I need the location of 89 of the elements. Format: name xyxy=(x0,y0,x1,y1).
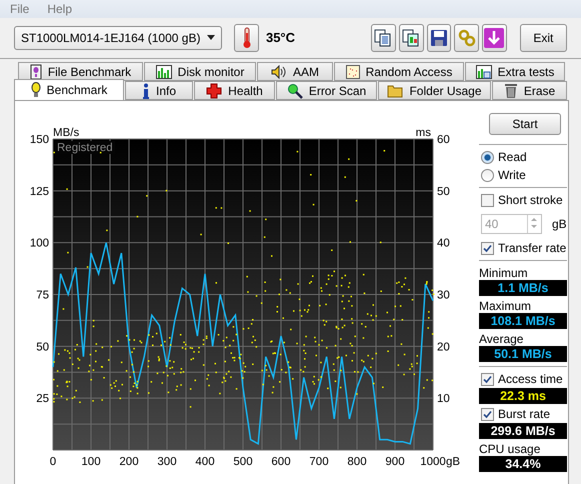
tick-label: 1000 xyxy=(420,456,446,468)
menu-item[interactable]: File xyxy=(10,2,30,16)
document-icon xyxy=(30,64,42,80)
save-button[interactable] xyxy=(426,24,452,52)
tick-label: 50 xyxy=(437,186,450,198)
dropdown-caret-icon xyxy=(207,35,216,40)
tick-label: 150 xyxy=(30,134,49,146)
tick-label: 0 xyxy=(50,456,56,468)
tick-label: 125 xyxy=(30,186,49,198)
info-icon xyxy=(142,82,150,98)
tick-label: 10 xyxy=(437,393,450,406)
checkbox-label: Short stroke xyxy=(498,193,563,207)
checkbox[interactable] xyxy=(481,194,494,206)
tab[interactable]: Random Access xyxy=(334,62,464,81)
tab[interactable]: Error Scan xyxy=(276,81,377,100)
tick-label: 50 xyxy=(36,341,49,354)
download-button[interactable] xyxy=(482,24,507,52)
tab[interactable]: Benchmark xyxy=(14,79,124,100)
checkbox[interactable] xyxy=(481,408,494,420)
table-chart-icon xyxy=(476,64,492,78)
temperature-value: 35°C xyxy=(266,30,296,46)
tick-label: 300 xyxy=(157,456,177,468)
tick-label: 200 xyxy=(119,456,139,468)
tab[interactable]: Erase xyxy=(492,81,567,100)
tick-label: 25 xyxy=(36,393,49,406)
lightbulb-icon xyxy=(30,82,41,98)
tab[interactable]: Health xyxy=(194,81,275,100)
stat-value: 1.1 MB/s xyxy=(479,280,567,296)
start-button[interactable]: Start xyxy=(489,113,561,135)
stat-value: 34.4% xyxy=(479,456,567,472)
scatter-plot-icon xyxy=(346,64,360,78)
stat-label: CPU usage xyxy=(479,442,542,456)
tick-label: 700 xyxy=(309,456,329,468)
axis-label: ms xyxy=(416,127,431,139)
stat-label: Minimum xyxy=(479,266,529,280)
tick-label: 100 xyxy=(30,238,49,250)
tab[interactable]: Extra tests xyxy=(465,62,565,81)
download-icon xyxy=(484,28,504,48)
tick-label: 30 xyxy=(437,290,450,302)
checkbox[interactable] xyxy=(481,242,494,254)
tab[interactable]: File Benchmark xyxy=(18,62,143,81)
magnifier-icon xyxy=(286,82,303,98)
folder-icon xyxy=(387,84,404,98)
menu-item[interactable]: Help xyxy=(47,2,72,16)
bar-chart-icon xyxy=(156,64,172,78)
drive-select[interactable]: ST1000LM014-1EJ164 (1000 gB) xyxy=(14,26,222,50)
save-icon xyxy=(430,28,448,47)
copy-button[interactable] xyxy=(371,24,396,52)
trash-icon xyxy=(504,82,518,98)
documents-icon xyxy=(402,28,420,47)
tick-label: 60 xyxy=(437,134,450,146)
documents-icon xyxy=(374,28,392,47)
tab[interactable]: Info xyxy=(125,81,193,100)
radio-label: Write xyxy=(498,168,526,182)
tick-label: 40 xyxy=(437,238,450,250)
tick-label: 900 xyxy=(385,456,405,468)
stat-label: Maximum xyxy=(479,299,532,313)
stat-label: Average xyxy=(479,332,524,346)
tick-label: 100 xyxy=(81,456,101,468)
thermometer-icon xyxy=(242,26,252,49)
stat-value: 108.1 MB/s xyxy=(479,313,567,329)
axis-label: MB/s xyxy=(53,127,80,139)
checkbox-label: Access time xyxy=(498,372,563,386)
tick-label: 75 xyxy=(36,290,49,302)
checkbox-label: Burst rate xyxy=(498,407,550,421)
checkbox[interactable] xyxy=(481,372,494,386)
stat-value: 22.3 ms xyxy=(479,388,567,404)
radio-button[interactable] xyxy=(481,168,494,182)
speaker-icon xyxy=(270,64,287,78)
tick-label: 400 xyxy=(195,456,215,468)
tab[interactable]: AAM xyxy=(257,62,333,81)
tick-label: 20 xyxy=(437,341,450,354)
checkbox-label: Transfer rate xyxy=(498,241,566,255)
tick-label: 500 xyxy=(233,456,253,468)
tick-label: 800 xyxy=(347,456,367,468)
temperature-button[interactable] xyxy=(234,24,259,52)
radio-label: Read xyxy=(498,150,527,164)
radio-button[interactable] xyxy=(481,150,494,164)
tick-label: 600 xyxy=(271,456,291,468)
stat-value: 299.6 MB/s xyxy=(479,423,567,439)
exit-button[interactable]: Exit xyxy=(520,24,568,52)
tab[interactable]: Disk monitor xyxy=(144,62,256,81)
watermark-text: Registered xyxy=(57,142,113,154)
compare-button[interactable] xyxy=(398,24,424,52)
cross-icon xyxy=(206,82,222,98)
axis-label: gB xyxy=(446,456,460,468)
tab[interactable]: Folder Usage xyxy=(378,81,491,100)
unit-label: gB xyxy=(552,217,567,231)
stat-value: 50.1 MB/s xyxy=(479,346,567,362)
